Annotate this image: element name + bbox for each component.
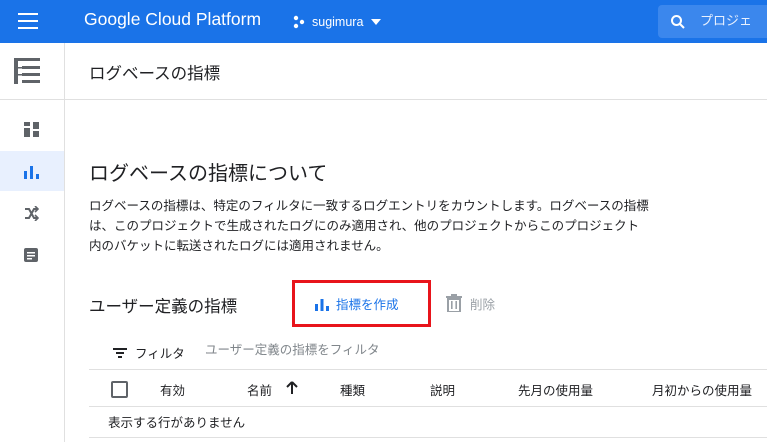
bar-chart-icon bbox=[24, 165, 39, 179]
project-picker[interactable]: sugimura bbox=[292, 12, 382, 32]
filter-bar: フィルタ bbox=[89, 333, 767, 370]
page-header: ログベースの指標 bbox=[65, 43, 767, 100]
column-month-to-date-usage[interactable]: 月初からの使用量 bbox=[652, 380, 752, 399]
create-metric-button[interactable]: 指標を作成 bbox=[292, 280, 431, 327]
trash-icon bbox=[446, 294, 462, 312]
create-metric-label: 指標を作成 bbox=[336, 297, 399, 312]
search-input[interactable] bbox=[698, 13, 767, 30]
select-all-checkbox[interactable] bbox=[111, 381, 128, 398]
rail-item-router[interactable] bbox=[0, 193, 64, 233]
divider bbox=[89, 437, 767, 438]
column-enabled[interactable]: 有効 bbox=[160, 380, 185, 399]
column-last-month-usage[interactable]: 先月の使用量 bbox=[518, 380, 593, 399]
logs-nav-icon[interactable] bbox=[14, 58, 42, 84]
delete-button[interactable]: 削除 bbox=[446, 292, 495, 314]
empty-table-message: 表示する行がありません bbox=[108, 415, 246, 430]
column-description[interactable]: 説明 bbox=[430, 380, 455, 399]
project-name: sugimura bbox=[312, 15, 364, 29]
bar-chart-icon bbox=[315, 298, 329, 311]
search-icon bbox=[671, 14, 685, 29]
about-heading: ログベースの指標について bbox=[89, 161, 328, 185]
filter-input[interactable] bbox=[203, 341, 467, 358]
hamburger-menu-icon[interactable] bbox=[18, 13, 38, 29]
arrow-up-icon[interactable] bbox=[286, 381, 298, 395]
chevron-down-icon bbox=[371, 19, 382, 25]
column-type[interactable]: 種類 bbox=[340, 380, 365, 399]
page-title: ログベースの指標 bbox=[89, 64, 221, 83]
rail-item-storage[interactable] bbox=[0, 235, 64, 275]
project-dots-icon bbox=[293, 15, 305, 29]
delete-label: 削除 bbox=[470, 296, 496, 312]
about-description: ログベースの指標は、特定のフィルタに一致するログエントリをカウントします。ログベ… bbox=[89, 198, 649, 253]
search-box[interactable] bbox=[658, 5, 767, 38]
shuffle-icon bbox=[25, 205, 39, 221]
top-bar: Google Cloud Platform sugimura bbox=[0, 0, 767, 43]
user-metrics-heading: ユーザー定義の指標 bbox=[89, 297, 238, 316]
left-nav-rail bbox=[0, 43, 65, 442]
rail-header bbox=[0, 43, 64, 100]
rail-item-dashboard[interactable] bbox=[0, 109, 64, 149]
document-icon bbox=[24, 248, 38, 262]
filter-icon bbox=[113, 348, 127, 358]
filter-label: フィルタ bbox=[135, 346, 185, 361]
table-header: 有効 名前 種類 説明 先月の使用量 月初からの使用量 bbox=[89, 370, 767, 407]
app-title[interactable]: Google Cloud Platform bbox=[84, 9, 261, 30]
column-name[interactable]: 名前 bbox=[247, 380, 272, 399]
rail-item-metrics[interactable] bbox=[0, 151, 64, 191]
dashboard-icon bbox=[24, 121, 39, 137]
